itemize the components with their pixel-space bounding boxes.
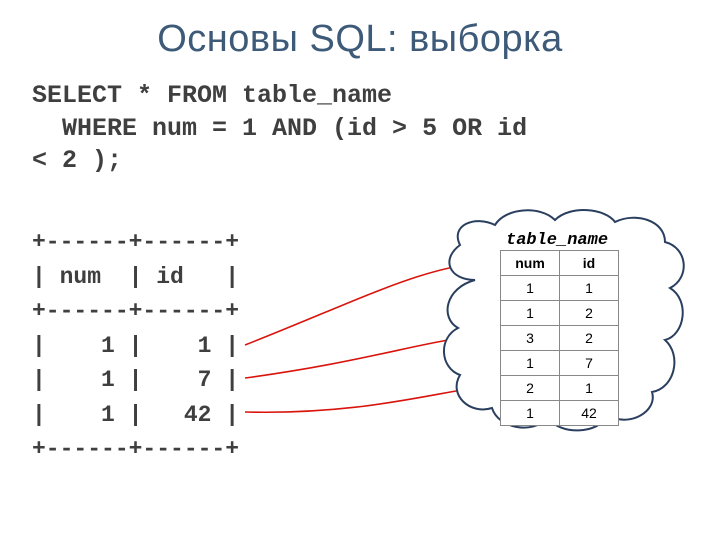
- result-ascii-table: +------+------+ | num | id | +------+---…: [32, 225, 239, 467]
- source-table-label: table_name: [506, 231, 608, 250]
- table-row: 1 1: [501, 276, 619, 301]
- result-header: | num | id |: [32, 264, 239, 290]
- table-row: 3 2: [501, 326, 619, 351]
- table-row: 1 2: [501, 301, 619, 326]
- source-table: num id 1 1 1 2 3 2 1 7: [500, 250, 619, 426]
- table-header-row: num id: [501, 251, 619, 276]
- sql-line-2: WHERE num = 1 AND (id > 5 OR id: [32, 114, 527, 143]
- table-row: 1 7: [501, 351, 619, 376]
- result-border: +------+------+: [32, 436, 239, 462]
- col-header-num: num: [501, 251, 560, 276]
- sql-line-1: SELECT * FROM table_name: [32, 81, 392, 110]
- result-border: +------+------+: [32, 229, 239, 255]
- result-row: | 1 | 1 |: [32, 333, 239, 359]
- table-row: 2 1: [501, 376, 619, 401]
- result-row: | 1 | 42 |: [32, 402, 239, 428]
- slide: Основы SQL: выборка SELECT * FROM table_…: [0, 0, 720, 540]
- sql-line-3: < 2 );: [32, 146, 122, 175]
- result-border: +------+------+: [32, 298, 239, 324]
- slide-title: Основы SQL: выборка: [0, 18, 720, 61]
- result-row: | 1 | 7 |: [32, 367, 239, 393]
- table-row: 1 42: [501, 401, 619, 426]
- col-header-id: id: [560, 251, 619, 276]
- source-table-cloud: table_name num id 1 1 1 2 3 2: [420, 200, 710, 500]
- sql-query: SELECT * FROM table_name WHERE num = 1 A…: [32, 80, 692, 178]
